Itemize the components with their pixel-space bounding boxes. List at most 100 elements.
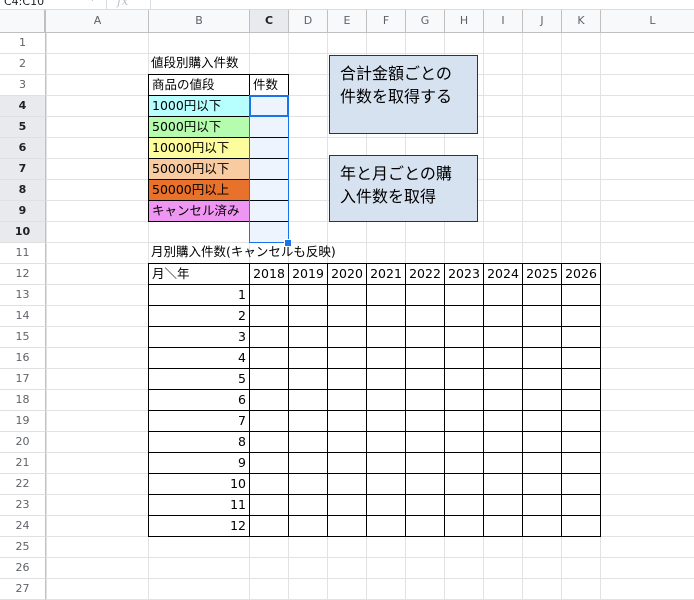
month-year-cell[interactable] [288, 326, 328, 348]
year-header[interactable]: 2025 [522, 263, 562, 285]
month-year-cell[interactable] [561, 326, 601, 348]
month-year-cell[interactable] [327, 452, 367, 474]
month-year-cell[interactable] [561, 452, 601, 474]
column-header-i[interactable]: I [484, 10, 523, 32]
row-header-4[interactable]: 4 [0, 96, 46, 117]
month-year-cell[interactable] [366, 389, 406, 411]
month-year-cell[interactable] [366, 473, 406, 495]
row-header-27[interactable]: 27 [0, 579, 46, 600]
column-header-g[interactable]: G [406, 10, 445, 32]
note-box-monthly-count[interactable]: 年と月ごとの購入件数を取得 [329, 155, 478, 222]
row-header-26[interactable]: 26 [0, 558, 46, 579]
month-year-cell[interactable] [405, 431, 445, 453]
select-all-corner[interactable] [0, 10, 46, 32]
month-year-cell[interactable] [249, 305, 289, 327]
month-year-cell[interactable] [405, 515, 445, 537]
month-year-cell[interactable] [483, 389, 523, 411]
month-year-cell[interactable] [561, 389, 601, 411]
month-year-cell[interactable] [405, 410, 445, 432]
month-year-cell[interactable] [483, 431, 523, 453]
year-header[interactable]: 2018 [249, 263, 289, 285]
column-header-l[interactable]: L [601, 10, 694, 32]
column-header-c[interactable]: C [250, 10, 289, 32]
month-year-cell[interactable] [444, 494, 484, 516]
month-year-cell[interactable] [483, 347, 523, 369]
month-year-cell[interactable] [483, 326, 523, 348]
year-header[interactable]: 2019 [288, 263, 328, 285]
month-label[interactable]: 7 [148, 410, 250, 432]
fill-handle[interactable] [284, 239, 292, 247]
month-year-cell[interactable] [561, 284, 601, 306]
month-year-cell[interactable] [327, 473, 367, 495]
column-header-k[interactable]: K [562, 10, 601, 32]
month-year-cell[interactable] [249, 410, 289, 432]
month-year-cell[interactable] [405, 284, 445, 306]
month-year-cell[interactable] [327, 368, 367, 390]
month-year-cell[interactable] [249, 284, 289, 306]
month-year-cell[interactable] [522, 305, 562, 327]
row-header-20[interactable]: 20 [0, 432, 46, 453]
month-year-cell[interactable] [288, 305, 328, 327]
month-year-cell[interactable] [366, 494, 406, 516]
month-year-cell[interactable] [522, 494, 562, 516]
row-header-2[interactable]: 2 [0, 54, 46, 75]
row-header-21[interactable]: 21 [0, 453, 46, 474]
year-header[interactable]: 2024 [483, 263, 523, 285]
month-year-cell[interactable] [561, 515, 601, 537]
month-year-cell[interactable] [249, 431, 289, 453]
month-year-cell[interactable] [561, 431, 601, 453]
month-year-cell[interactable] [405, 305, 445, 327]
month-year-cell[interactable] [483, 452, 523, 474]
month-label[interactable]: 9 [148, 452, 250, 474]
row-header-7[interactable]: 7 [0, 159, 46, 180]
month-year-cell[interactable] [405, 326, 445, 348]
row-header-22[interactable]: 22 [0, 474, 46, 495]
column-header-b[interactable]: B [149, 10, 250, 32]
month-year-cell[interactable] [288, 368, 328, 390]
month-year-cell[interactable] [483, 515, 523, 537]
month-year-cell[interactable] [522, 326, 562, 348]
month-year-cell[interactable] [288, 494, 328, 516]
month-year-cell[interactable] [327, 515, 367, 537]
month-year-cell[interactable] [561, 494, 601, 516]
month-year-cell[interactable] [444, 326, 484, 348]
month-year-cell[interactable] [249, 473, 289, 495]
month-year-cell[interactable] [561, 473, 601, 495]
year-header[interactable]: 2020 [327, 263, 367, 285]
month-year-cell[interactable] [327, 410, 367, 432]
month-year-cell[interactable] [444, 515, 484, 537]
month-year-cell[interactable] [522, 368, 562, 390]
row-header-11[interactable]: 11 [0, 243, 46, 264]
month-year-cell[interactable] [483, 410, 523, 432]
month-year-cell[interactable] [561, 347, 601, 369]
monthly-count-title[interactable]: 月別購入件数(キャンセルも反映) [148, 242, 406, 264]
month-year-cell[interactable] [444, 431, 484, 453]
month-year-cell[interactable] [444, 410, 484, 432]
row-header-17[interactable]: 17 [0, 369, 46, 390]
month-label[interactable]: 8 [148, 431, 250, 453]
price-category-cell[interactable]: 5000円以下 [148, 116, 250, 138]
row-header-9[interactable]: 9 [0, 201, 46, 222]
month-year-cell[interactable] [327, 431, 367, 453]
header-count[interactable]: 件数 [249, 74, 289, 96]
column-header-a[interactable]: A [47, 10, 149, 32]
name-box-dropdown-icon[interactable]: ▾ [90, 0, 95, 4]
month-year-cell[interactable] [561, 368, 601, 390]
month-year-cell[interactable] [522, 389, 562, 411]
name-box[interactable]: C4:C10 [4, 0, 44, 8]
row-header-15[interactable]: 15 [0, 327, 46, 348]
month-year-corner[interactable]: 月＼年 [148, 263, 250, 285]
row-header-14[interactable]: 14 [0, 306, 46, 327]
month-label[interactable]: 10 [148, 473, 250, 495]
month-year-cell[interactable] [405, 494, 445, 516]
price-category-cell[interactable]: 50000円以下 [148, 158, 250, 180]
price-category-cell[interactable]: 1000円以下 [148, 95, 250, 117]
month-year-cell[interactable] [327, 494, 367, 516]
row-header-1[interactable]: 1 [0, 33, 46, 54]
month-year-cell[interactable] [288, 389, 328, 411]
row-header-10[interactable]: 10 [0, 222, 46, 243]
price-category-cell[interactable]: 10000円以下 [148, 137, 250, 159]
month-year-cell[interactable] [522, 347, 562, 369]
month-year-cell[interactable] [249, 494, 289, 516]
month-label[interactable]: 4 [148, 347, 250, 369]
